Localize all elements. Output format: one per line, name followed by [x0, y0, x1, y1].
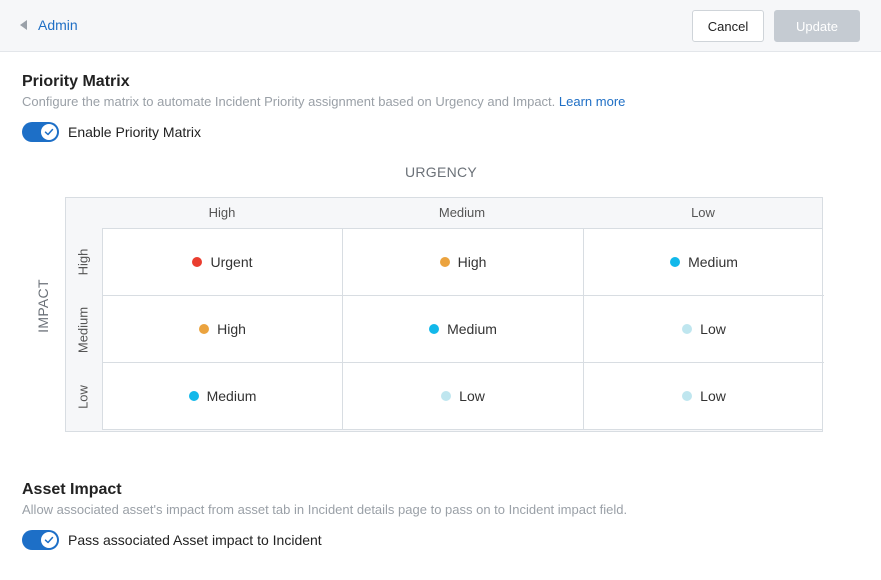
asset-impact-label: Pass associated Asset impact to Incident: [68, 532, 322, 548]
asset-impact-toggle[interactable]: [22, 530, 59, 550]
priority-dot-icon: [192, 257, 203, 267]
priority-matrix-grid: Urgent High Medium High Medium Low Medium Low Lo…: [102, 228, 824, 430]
priority-value: Medium: [188, 388, 257, 404]
enable-priority-matrix-toggle[interactable]: [22, 122, 59, 142]
update-button: Update: [774, 10, 860, 42]
impact-header-low: Low: [75, 385, 91, 409]
matrix-cell[interactable]: Medium: [103, 363, 343, 429]
priority-value: Low: [682, 321, 726, 337]
priority-dot-icon: [199, 324, 210, 334]
priority-dot-icon: [429, 324, 440, 334]
priority-dot-icon: [188, 391, 199, 401]
impact-header-medium: Medium: [75, 306, 91, 354]
asset-impact-description: Allow associated asset's impact from ass…: [22, 502, 628, 517]
matrix-cell[interactable]: Low: [584, 363, 824, 429]
priority-label: Low: [700, 321, 726, 337]
caret-left-icon: [20, 20, 27, 30]
priority-label: High: [457, 254, 487, 270]
priority-value: Low: [441, 388, 485, 404]
back-link[interactable]: Admin: [20, 14, 78, 36]
urgency-header-low: Low: [691, 205, 715, 220]
top-bar: Admin Cancel Update: [0, 0, 881, 52]
priority-value: Urgent: [192, 254, 253, 270]
priority-matrix-description: Configure the matrix to automate Inciden…: [22, 94, 625, 109]
priority-label: High: [217, 321, 246, 337]
priority-dot-icon: [670, 257, 681, 267]
impact-header-high: High: [75, 248, 91, 276]
impact-axis-label: IMPACT: [35, 279, 51, 333]
priority-dot-icon: [682, 391, 693, 401]
urgency-header-high: High: [208, 205, 236, 220]
priority-value: High: [199, 321, 246, 337]
priority-value: High: [439, 254, 487, 270]
check-icon: [44, 128, 54, 136]
back-link-label: Admin: [38, 17, 78, 33]
priority-dot-icon: [439, 257, 450, 267]
matrix-cell[interactable]: Medium: [584, 229, 824, 296]
priority-matrix-description-text: Configure the matrix to automate Inciden…: [22, 94, 556, 109]
urgency-axis-label: URGENCY: [404, 164, 478, 180]
matrix-cell[interactable]: Urgent: [103, 229, 343, 296]
cancel-button[interactable]: Cancel: [692, 10, 764, 42]
matrix-cell[interactable]: Low: [584, 296, 824, 363]
priority-dot-icon: [682, 324, 693, 334]
priority-value: Medium: [670, 254, 738, 270]
matrix-cell[interactable]: High: [103, 296, 343, 363]
priority-matrix-title: Priority Matrix: [22, 73, 130, 90]
priority-label: Low: [700, 388, 726, 404]
priority-value: Low: [682, 388, 726, 404]
priority-label: Medium: [206, 388, 257, 404]
priority-label: Low: [459, 388, 485, 404]
enable-priority-matrix-label: Enable Priority Matrix: [68, 124, 202, 140]
check-icon: [44, 536, 54, 544]
toggle-knob: [41, 124, 57, 140]
priority-label: Medium: [447, 321, 497, 337]
priority-label: Urgent: [210, 254, 253, 270]
matrix-cell[interactable]: Low: [343, 363, 584, 429]
priority-value: Medium: [429, 321, 497, 337]
learn-more-link[interactable]: Learn more: [559, 94, 625, 109]
asset-impact-title: Asset Impact: [22, 481, 122, 498]
matrix-cell[interactable]: Medium: [343, 296, 584, 363]
urgency-header-medium: Medium: [438, 205, 486, 220]
toggle-knob: [41, 532, 57, 548]
priority-dot-icon: [441, 391, 452, 401]
priority-label: Medium: [688, 254, 738, 270]
matrix-cell[interactable]: High: [343, 229, 584, 296]
